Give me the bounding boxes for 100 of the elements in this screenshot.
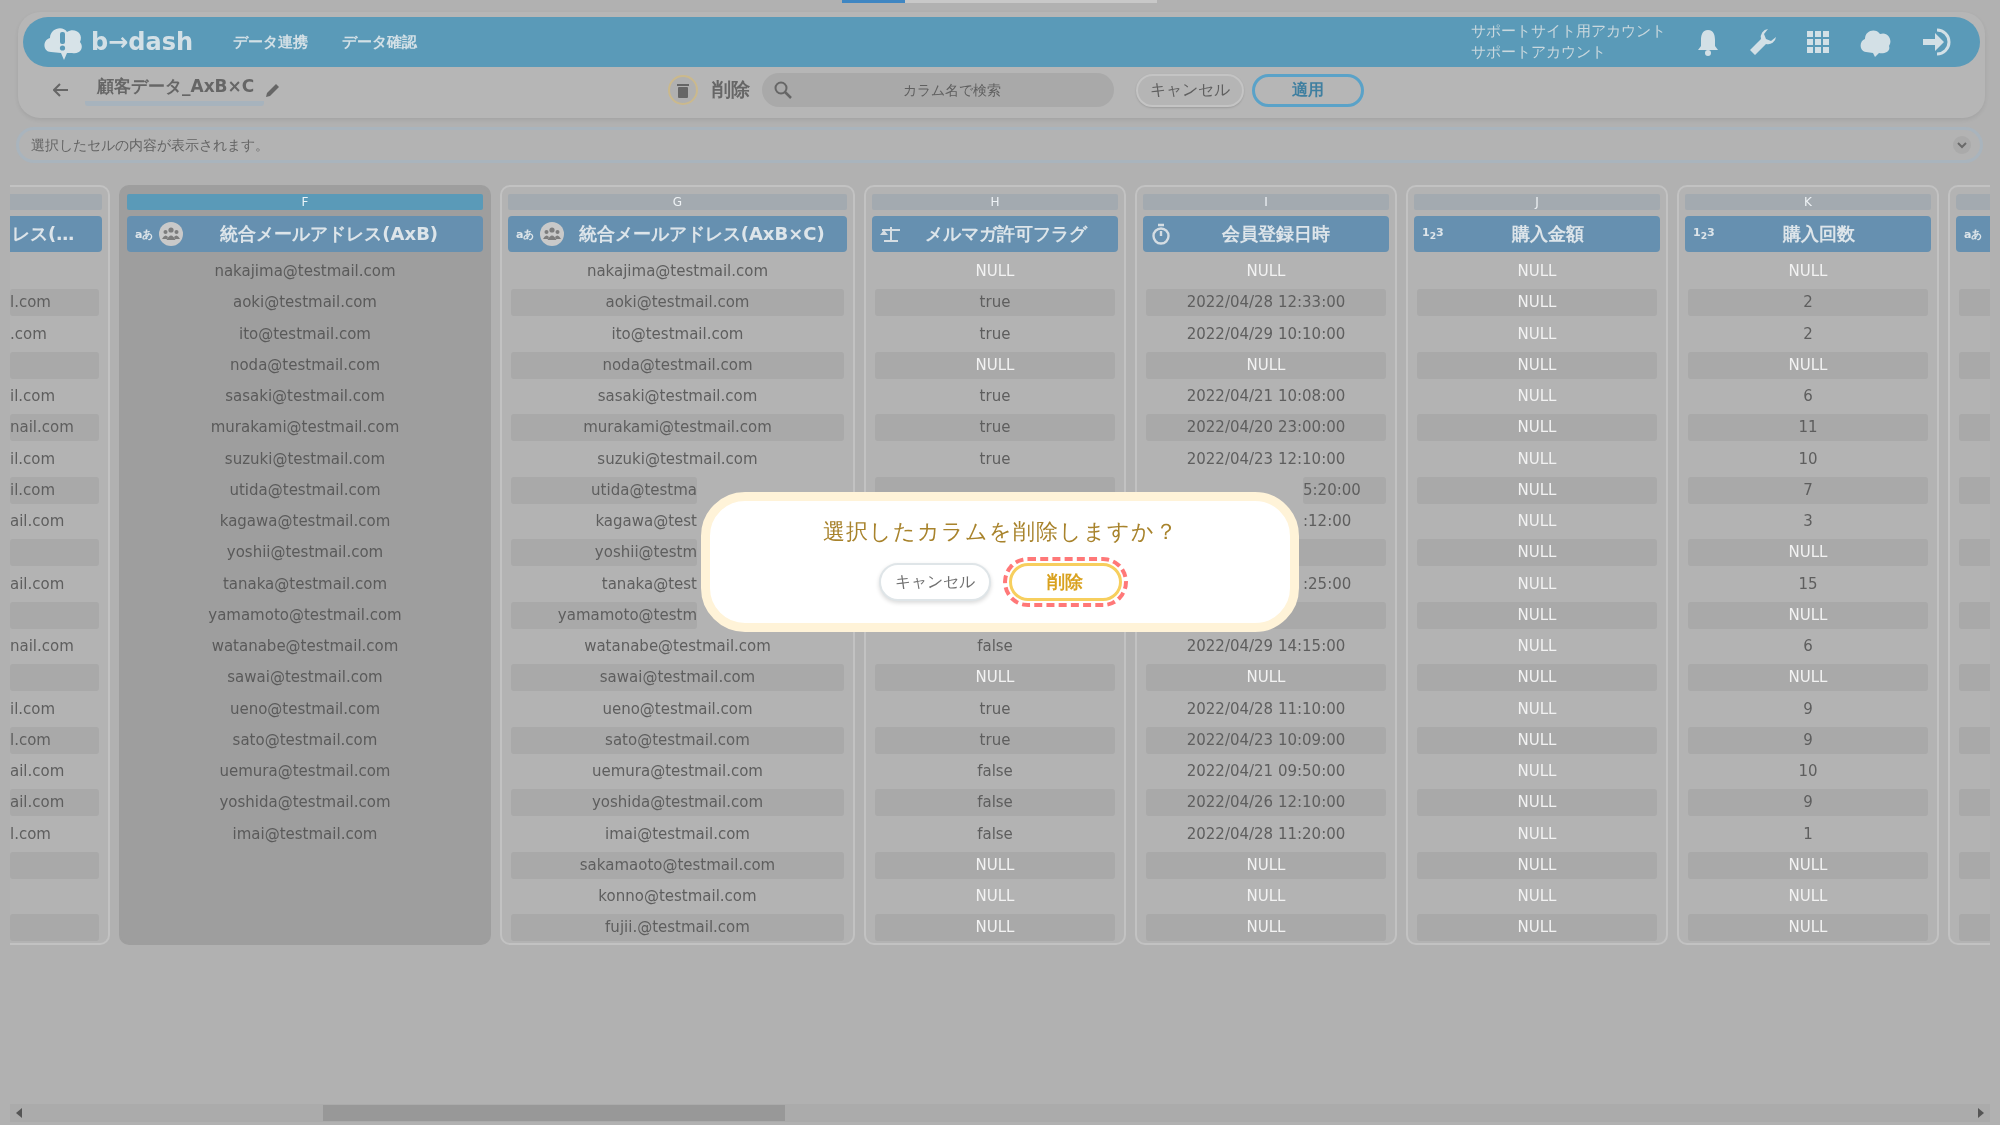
- table-cell-text: 9: [1802, 698, 1814, 720]
- table-cell-text: tanaka@test: [600, 573, 697, 595]
- table-cell-text: false: [976, 761, 1014, 783]
- column-letter-bar[interactable]: H: [872, 194, 1118, 210]
- table-cell: 2022/04/26 12:10:00: [1146, 789, 1386, 817]
- table-cell-text: 1: [1802, 823, 1814, 845]
- nav-link[interactable]: データ確認: [342, 32, 418, 52]
- table-cell: NULL: [1417, 414, 1657, 442]
- table-cell-text: NULL: [1516, 823, 1558, 845]
- table-cell-text: NULL: [1516, 261, 1558, 283]
- table-cell: 2: [1688, 289, 1928, 317]
- table-cell: aoki@testmail.com: [511, 289, 844, 317]
- table-cell: utida@testma: [511, 476, 697, 504]
- table-cell: l.com: [10, 726, 99, 754]
- table-cell-text: suzuki@testmail.com: [596, 448, 759, 470]
- table-cell-text: true: [978, 698, 1012, 720]
- table-cell-text: uemura@testmail.com: [591, 761, 764, 783]
- table-cell: 5:20:00: [1303, 476, 1386, 504]
- table-cell-text: NULL: [1245, 886, 1287, 908]
- cancel-button[interactable]: キャンセル: [1136, 73, 1245, 107]
- table-cell-text: 10: [1797, 761, 1819, 783]
- table-cell: true: [875, 289, 1115, 317]
- table-column[interactable]: [119, 185, 491, 945]
- chevron-down-icon[interactable]: [1953, 136, 1971, 154]
- nav-link[interactable]: データ連携: [233, 32, 309, 52]
- table-cell-text: :25:00: [1303, 573, 1353, 595]
- table-cell-text: 2022/04/28 11:10:00: [1185, 698, 1347, 720]
- table-cell: NULL: [1688, 914, 1928, 942]
- table-cell-text: 2022/04/29 14:15:00: [1185, 636, 1347, 658]
- search-field[interactable]: カラム名で検索: [762, 73, 1115, 107]
- table-cell: sawai@testmail.com: [511, 664, 844, 692]
- table-cell-text: murakami@testmail.com: [209, 417, 401, 439]
- type-label: aあ: [135, 226, 154, 242]
- column-header[interactable]: レス(…: [10, 216, 102, 252]
- column-header[interactable]: 1$_{2}$3 購入回数: [1685, 216, 1931, 252]
- table-cell: sakamaoto@testmail.com: [511, 851, 844, 879]
- table-cell-text: utida@testmail.com: [228, 479, 382, 501]
- column-header[interactable]: aあ: [1956, 216, 1990, 252]
- column-letter-bar[interactable]: K: [1685, 194, 1931, 210]
- dialog-message: 選択したカラムを削除しますか？: [822, 518, 1178, 546]
- table-cell-text: 15: [1797, 573, 1819, 595]
- grid-icon[interactable]: [1806, 30, 1830, 54]
- table-cell-text: uemura@testmail.com: [218, 761, 392, 783]
- table-cell-text: suzuki@testmail.com: [223, 448, 387, 470]
- account-name: サポートアカウント: [1471, 42, 1607, 63]
- table-cell-text: tanaka@testmail.com: [221, 573, 389, 595]
- table-cell: true: [875, 414, 1115, 442]
- column-header[interactable]: 1$_{2}$3 購入金額: [1414, 216, 1660, 252]
- scroll-left-icon[interactable]: [16, 1108, 22, 1118]
- table-column[interactable]: レス(… l.com .com il.com nail.com il.com il.com ail.com ail.com nail.com il.com l.com ail.com ail.com l.com: [10, 185, 110, 945]
- table-cell-text: NULL: [1516, 511, 1558, 533]
- column-letter-bar[interactable]: J: [1414, 194, 1660, 210]
- table-cell: NULL: [1417, 664, 1657, 692]
- table-cell: NULL: [1417, 851, 1657, 879]
- column-header[interactable]: aあ 統合メールアドレス(AxB×C): [508, 216, 847, 252]
- trash-icon: [677, 82, 690, 98]
- account-site: サポートサイト用アカウント: [1471, 21, 1666, 42]
- table-cell-text: watanabe@testmail.com: [210, 636, 400, 658]
- table-cell: NULL: [875, 914, 1115, 942]
- table-cell-text: NULL: [1516, 448, 1558, 470]
- back-arrow-icon[interactable]: [53, 83, 69, 97]
- column-header[interactable]: 会員登録日時: [1143, 216, 1389, 252]
- table-cell-text: sasaki@testmail.com: [596, 386, 759, 408]
- table-cell: NULL: [1417, 289, 1657, 317]
- table-cell: NULL: [1146, 851, 1386, 879]
- column-letter-bar[interactable]: G: [508, 194, 847, 210]
- table-cell: NULL: [1146, 664, 1386, 692]
- table-cell-text: true: [978, 386, 1012, 408]
- scroll-right-icon[interactable]: [1978, 1108, 1984, 1118]
- column-header[interactable]: メルマガ許可フラグ: [872, 216, 1118, 252]
- table-cell-text: il.com: [10, 698, 57, 720]
- table-cell-text: 3: [1802, 511, 1814, 533]
- wrench-icon[interactable]: [1748, 27, 1778, 57]
- table-cell-text: ail.com: [10, 761, 66, 783]
- table-column[interactable]: K 1$_{2}$3 購入回数 NULL 2 2 NULL 6 11 10 7 3 NULL 15 NULL 6 NULL 9 9 10 9 1 NULL NULL NULL: [1677, 185, 1939, 945]
- horizontal-scrollbar[interactable]: [10, 1104, 1990, 1122]
- table-column[interactable]: aあ: [1948, 185, 1990, 945]
- cancel-button[interactable]: キャンセル: [878, 563, 991, 601]
- table-column[interactable]: J 1$_{2}$3 購入金額 NULL NULL NULL NULL NULL NULL NULL NULL NULL NULL NULL NULL NULL NULL NULL NULL NULL NULL NULL NULL NULL NULL: [1406, 185, 1668, 945]
- table-cell-text: sawai@testmail.com: [226, 667, 384, 689]
- dataset-title: 顧客データ_AxB×C: [85, 74, 265, 106]
- table-cell: nail.com: [10, 414, 99, 442]
- table-cell-text: 2022/04/21 10:08:00: [1185, 386, 1347, 408]
- table-cell-text: noda@testmail.com: [228, 354, 382, 376]
- table-cell-text: NULL: [1516, 573, 1558, 595]
- apply-button[interactable]: 適用: [1252, 73, 1365, 107]
- column-header[interactable]: aあ 統合メールアドレス(AxB): [127, 216, 483, 252]
- scrollbar-thumb[interactable]: [323, 1105, 785, 1121]
- table-cell-text: kagawa@test: [594, 511, 697, 533]
- delete-button[interactable]: 削除: [1008, 563, 1122, 601]
- cell-content-field[interactable]: 選択したセルの内容が表示されます。: [16, 127, 1983, 163]
- table-cell-text: kagawa@testmail.com: [218, 511, 392, 533]
- stopwatch-icon: [1151, 223, 1171, 245]
- table-cell: 2022/04/28 12:33:00: [1146, 289, 1386, 317]
- table-cell-text: 2022/04/21 09:50:00: [1185, 761, 1347, 783]
- table-cell: NULL: [1688, 851, 1928, 879]
- trash-button[interactable]: [668, 75, 699, 105]
- bell-icon[interactable]: [1696, 28, 1720, 56]
- table-cell: 9: [1688, 789, 1928, 817]
- column-letter-bar[interactable]: F: [127, 194, 483, 210]
